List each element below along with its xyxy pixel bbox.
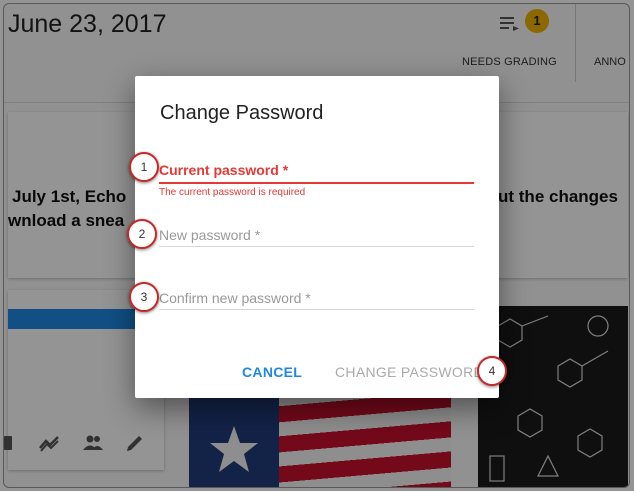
current-password-underline — [159, 182, 474, 184]
change-password-button[interactable]: CHANGE PASSWORD — [335, 364, 484, 380]
change-password-dialog: Change Password Current password * The c… — [135, 76, 499, 398]
step-marker-2: 2 — [127, 219, 157, 249]
current-password-error: The current password is required — [159, 187, 306, 198]
step-marker-1: 1 — [129, 152, 159, 182]
cancel-button[interactable]: CANCEL — [242, 364, 302, 380]
new-password-underline — [159, 246, 474, 247]
step-marker-4: 4 — [477, 356, 507, 386]
new-password-field[interactable]: New password * — [159, 226, 474, 250]
confirm-password-label: Confirm new password * — [159, 290, 311, 306]
dialog-title: Change Password — [160, 102, 324, 124]
current-password-field[interactable]: Current password * The current password … — [159, 160, 474, 200]
step-marker-3: 3 — [129, 282, 159, 312]
new-password-label: New password * — [159, 227, 261, 243]
confirm-password-field[interactable]: Confirm new password * — [159, 289, 474, 313]
current-password-label: Current password * — [159, 162, 289, 178]
confirm-password-underline — [159, 309, 474, 310]
